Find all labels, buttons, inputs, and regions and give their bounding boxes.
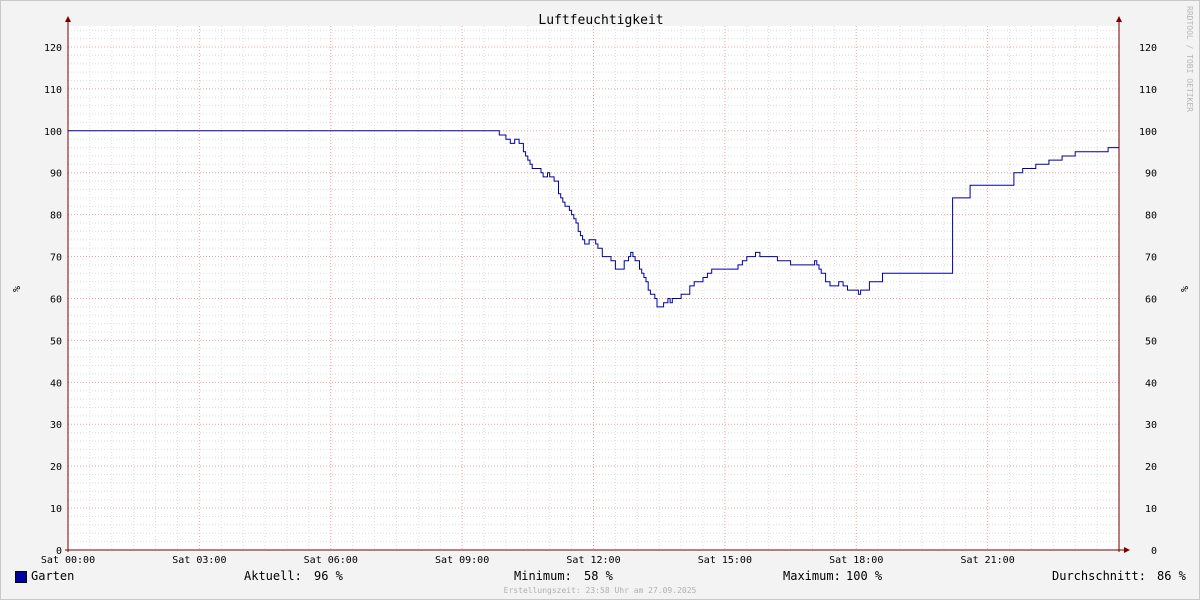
x-tick-label: Sat 00:00 bbox=[41, 555, 95, 566]
legend-current-value: 96 % bbox=[314, 569, 343, 583]
y-tick-label-left: 30 bbox=[50, 420, 62, 431]
y-tick-label-right: 10 bbox=[1145, 504, 1157, 515]
y-tick-label-right: 70 bbox=[1145, 253, 1157, 264]
y-tick-label-right: 100 bbox=[1139, 127, 1157, 138]
y-tick-label-right: 40 bbox=[1145, 378, 1157, 389]
y-tick-label-right: 30 bbox=[1145, 420, 1157, 431]
y-tick-label-right: 20 bbox=[1145, 462, 1157, 473]
legend-avg-label: Durchschnitt: bbox=[1052, 569, 1146, 583]
y-axis-arrow-right bbox=[1116, 16, 1122, 22]
y-tick-label-right: 120 bbox=[1139, 43, 1157, 54]
y-axis-label-right: % bbox=[1178, 286, 1189, 292]
y-tick-label-right: 110 bbox=[1139, 85, 1157, 96]
y-tick-label-left: 20 bbox=[50, 462, 62, 473]
watermark: RRDTOOL / TOBI OETIKER bbox=[1185, 6, 1194, 112]
footer-timestamp: Erstellungszeit: 23:58 Uhr am 27.09.2025 bbox=[503, 586, 697, 595]
legend-max-label: Maximum: bbox=[783, 569, 841, 583]
y-tick-label-left: 90 bbox=[50, 169, 62, 180]
y-tick-label-right: 50 bbox=[1145, 336, 1157, 347]
chart-frame: 0 0 10 10 20 20 30 30 40 40 50 50 60 60 70 70 80 80 90 90 10… bbox=[0, 0, 1200, 600]
legend-series-name: Garten bbox=[31, 569, 75, 583]
y-tick-label-left: 80 bbox=[50, 211, 62, 222]
y-tick-label-left: 10 bbox=[50, 504, 62, 515]
y-tick-label-left: 40 bbox=[50, 378, 62, 389]
x-tick-label: Sat 03:00 bbox=[172, 555, 226, 566]
x-axis-arrow bbox=[1124, 547, 1130, 553]
y-tick-label-left: 60 bbox=[50, 294, 62, 305]
y-tick-label-right: 90 bbox=[1145, 169, 1157, 180]
y-axis-label-left: % bbox=[10, 286, 21, 292]
chart-svg: 0 010 1020 2030 3040 4050 5060 6070 7080 8090 9010… bbox=[10, 6, 1194, 566]
legend-row: Garten Aktuell: 96 % Minimum: 58 % Maxim… bbox=[1, 569, 1199, 585]
y-axis-arrow-left bbox=[65, 16, 71, 22]
y-tick-label-left: 110 bbox=[44, 85, 62, 96]
y-tick-label-left: 100 bbox=[44, 127, 62, 138]
y-tick-label-right: 60 bbox=[1145, 294, 1157, 305]
y-tick-label-left: 70 bbox=[50, 253, 62, 264]
legend-current-label: Aktuell: bbox=[244, 569, 302, 583]
legend-swatch bbox=[15, 571, 27, 583]
x-tick-label: Sat 06:00 bbox=[304, 555, 358, 566]
y-tick-label-right: 80 bbox=[1145, 211, 1157, 222]
x-tick-label: Sat 15:00 bbox=[698, 555, 752, 566]
y-tick-label-left: 120 bbox=[44, 43, 62, 54]
legend-min-value: 58 % bbox=[584, 569, 613, 583]
legend-avg-value: 86 % bbox=[1157, 569, 1186, 583]
x-tick-label: Sat 12:00 bbox=[566, 555, 620, 566]
legend-min-label: Minimum: bbox=[514, 569, 572, 583]
x-tick-label: Sat 09:00 bbox=[435, 555, 489, 566]
y-tick-label-right: 0 bbox=[1151, 546, 1157, 557]
y-tick-label-left: 50 bbox=[50, 336, 62, 347]
x-tick-label: Sat 18:00 bbox=[829, 555, 883, 566]
legend-max-value: 100 % bbox=[846, 569, 883, 583]
x-tick-label: Sat 21:00 bbox=[961, 555, 1015, 566]
chart-title: Luftfeuchtigkeit bbox=[538, 13, 663, 28]
